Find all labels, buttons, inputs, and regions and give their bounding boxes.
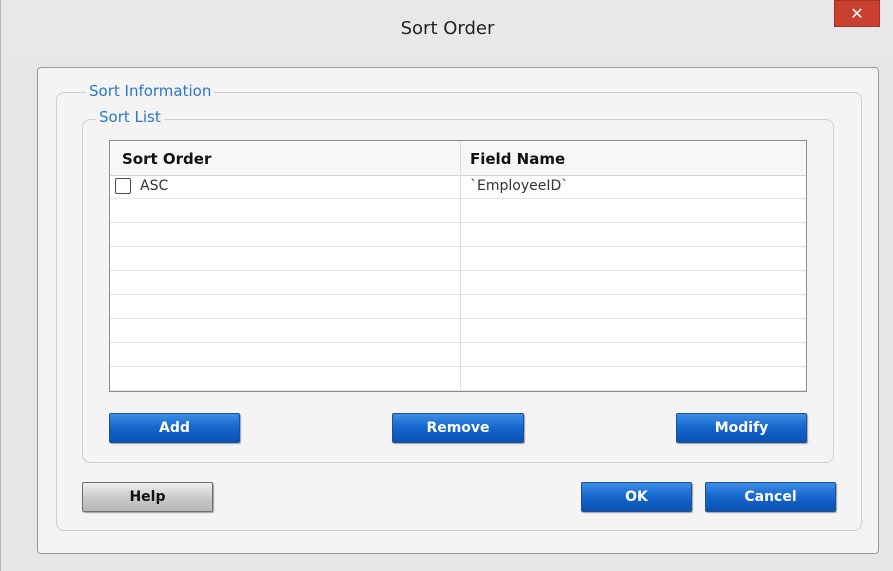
close-icon[interactable]: ✕: [834, 0, 880, 27]
table-row-empty: [110, 319, 806, 343]
table-row-empty: [110, 271, 806, 295]
grid-header: Sort Order Field Name: [110, 141, 806, 176]
column-header-field-name[interactable]: Field Name: [470, 150, 565, 168]
table-row-empty: [110, 367, 806, 391]
row-checkbox[interactable]: [115, 178, 131, 194]
sort-order-cell: ASC: [115, 178, 168, 194]
field-name-value: `EmployeeID`: [470, 178, 569, 194]
sort-list-grid[interactable]: Sort Order Field Name ASC `EmployeeID`: [109, 140, 807, 392]
window-title: Sort Order: [400, 18, 495, 39]
table-row-empty: [110, 223, 806, 247]
remove-button[interactable]: Remove: [392, 413, 524, 443]
sort-order-dialog: Sort Order ✕ Sort Information Sort List …: [0, 0, 893, 571]
table-row-empty: [110, 343, 806, 367]
sort-list-label: Sort List: [96, 108, 164, 126]
modify-button[interactable]: Modify: [676, 413, 807, 443]
dialog-client-area: Sort Information Sort List Sort Order Fi…: [37, 67, 879, 554]
table-row-empty: [110, 295, 806, 319]
help-button[interactable]: Help: [82, 482, 213, 512]
table-row-empty: [110, 199, 806, 223]
column-header-sort-order[interactable]: Sort Order: [122, 150, 211, 168]
table-row-empty: [110, 247, 806, 271]
cancel-button[interactable]: Cancel: [705, 482, 836, 512]
sort-order-value: ASC: [140, 178, 169, 194]
title-bar[interactable]: Sort Order ✕: [1, 0, 893, 56]
sort-information-label: Sort Information: [86, 82, 215, 100]
table-row[interactable]: ASC `EmployeeID`: [110, 175, 806, 199]
add-button[interactable]: Add: [109, 413, 240, 443]
ok-button[interactable]: OK: [581, 482, 692, 512]
